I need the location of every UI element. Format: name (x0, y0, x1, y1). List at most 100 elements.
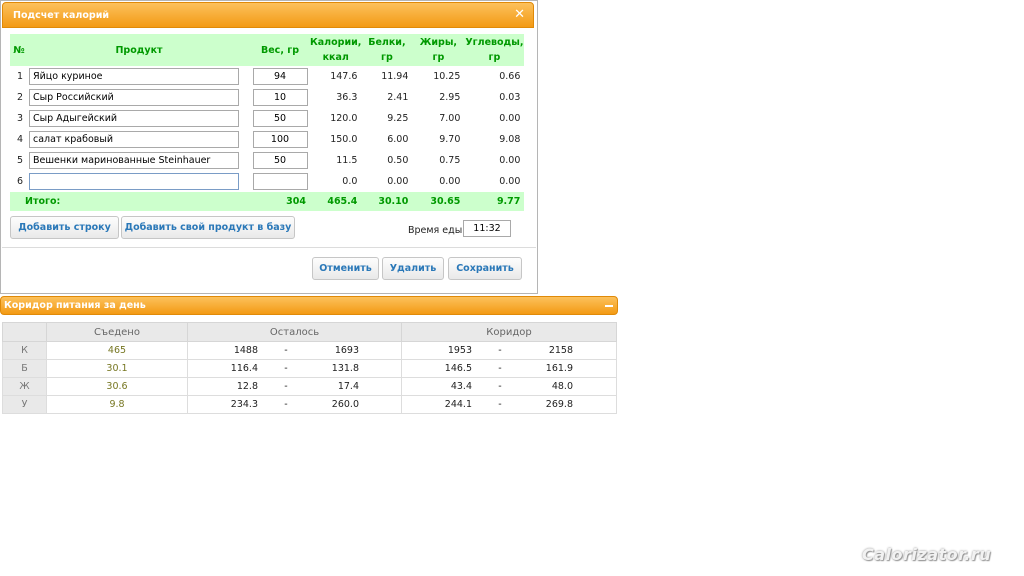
add-product-button[interactable]: Добавить свой продукт в базу (121, 216, 295, 239)
carbs-value: 9.08 (499, 134, 521, 145)
col-fat: Жиры, гр (412, 34, 465, 66)
weight-input[interactable] (252, 131, 308, 148)
delete-button[interactable]: Удалить (382, 257, 444, 280)
weight-input[interactable] (252, 173, 308, 190)
eaten-value: 9.8 (46, 395, 188, 414)
delete-label: Удалить (389, 263, 437, 274)
weight-input[interactable] (252, 89, 308, 106)
table-row: 6 0.0 0.00 0.00 0.00 (10, 171, 524, 192)
corridor-corner-cell (2, 322, 47, 342)
table-row: 4 150.0 6.00 9.70 9.08 (10, 129, 524, 150)
meal-time-input[interactable] (463, 220, 511, 237)
remaining-min: 12.8 (236, 381, 258, 392)
meal-time-label: Время еды: (408, 225, 466, 236)
totals-row: Итого: 304 465.4 30.10 30.65 9.77 (10, 192, 525, 211)
col-remaining: Осталось (187, 322, 402, 342)
carbs-value: 0.66 (499, 71, 521, 82)
col-carbs-line2: гр (488, 52, 501, 63)
remaining-min: 116.4 (230, 363, 258, 374)
remaining-max: 17.4 (337, 381, 359, 392)
product-input[interactable] (29, 131, 239, 148)
save-button[interactable]: Сохранить (448, 257, 522, 280)
calories-value: 120.0 (330, 113, 358, 124)
close-icon[interactable]: ✕ (514, 7, 525, 22)
corridor-row-label: Б (2, 359, 47, 378)
col-product: Продукт (28, 34, 250, 66)
fat-value: 2.95 (439, 92, 461, 103)
corridor-row-label: К (2, 341, 47, 360)
calories-value: 0.0 (342, 176, 358, 187)
add-row-label: Добавить строку (18, 222, 111, 233)
weight-input[interactable] (252, 110, 308, 127)
corridor-table: Съедено Осталось Коридор К 465 1488 - 1693… (2, 322, 617, 414)
collapse-icon[interactable] (605, 305, 613, 307)
col-corridor: Коридор (401, 322, 617, 342)
site-watermark: Calorizator.ru (862, 545, 992, 564)
protein-value: 2.41 (387, 92, 409, 103)
remaining-min: 234.3 (230, 399, 258, 410)
carbs-value: 0.00 (499, 176, 521, 187)
dialog-title-bar[interactable]: Подсчет калорий ✕ (2, 2, 534, 28)
dialog-title: Подсчет калорий (13, 10, 110, 21)
corridor-min: 146.5 (444, 363, 472, 374)
product-input[interactable] (29, 110, 239, 127)
range-dash: - (284, 399, 288, 410)
fat-value: 10.25 (433, 71, 461, 82)
calories-value: 36.3 (336, 92, 358, 103)
weight-input[interactable] (252, 68, 308, 85)
product-input[interactable] (29, 152, 239, 169)
totals-protein: 30.10 (361, 192, 413, 211)
range-dash: - (498, 399, 502, 410)
corridor-row: Б 30.1 116.4 - 131.8 146.5 - 161.9 (2, 359, 617, 378)
add-row-button[interactable]: Добавить строку (10, 216, 119, 239)
range-dash: - (498, 363, 502, 374)
corridor-title: Коридор питания за день (4, 300, 146, 311)
table-row: 5 11.5 0.50 0.75 0.00 (10, 150, 524, 171)
corridor-row-label: У (2, 395, 47, 414)
col-weight: Вес, гр (250, 34, 310, 66)
totals-fat: 30.65 (412, 192, 465, 211)
protein-value: 0.50 (387, 155, 409, 166)
corridor-max: 2158 (548, 345, 573, 356)
calories-value: 11.5 (336, 155, 358, 166)
add-product-label: Добавить свой продукт в базу (124, 222, 292, 233)
range-dash: - (284, 381, 288, 392)
table-row: 2 36.3 2.41 2.95 0.03 (10, 87, 524, 108)
product-input[interactable] (29, 68, 239, 85)
carbs-value: 0.03 (499, 92, 521, 103)
row-index: 3 (16, 113, 23, 124)
eaten-value: 30.1 (46, 359, 188, 378)
fat-value: 0.75 (439, 155, 461, 166)
row-index: 2 (16, 92, 23, 103)
fat-value: 7.00 (439, 113, 461, 124)
totals-weight: 304 (250, 192, 310, 211)
product-input[interactable] (29, 173, 239, 190)
cancel-button[interactable]: Отменить (312, 257, 379, 280)
table-header-row: № Продукт Вес, гр Калории, ккал Белки, г… (10, 34, 525, 66)
col-carbs-line1: Углеводы, (465, 37, 524, 48)
col-eaten: Съедено (46, 322, 188, 342)
range-dash: - (284, 363, 288, 374)
corridor-max: 161.9 (545, 363, 573, 374)
table-row: 1 147.6 11.94 10.25 0.66 (10, 66, 524, 87)
range-dash: - (284, 345, 288, 356)
eaten-value: 30.6 (46, 377, 188, 396)
col-calories-line2: ккал (322, 52, 349, 63)
corridor-min: 1953 (447, 345, 472, 356)
calories-value: 147.6 (330, 71, 358, 82)
carbs-value: 0.00 (499, 155, 521, 166)
product-input[interactable] (29, 89, 239, 106)
calorie-table: № Продукт Вес, гр Калории, ккал Белки, г… (10, 34, 525, 211)
totals-calories: 465.4 (310, 192, 362, 211)
corridor-panel-header[interactable]: Коридор питания за день (0, 296, 618, 315)
corridor-min: 43.4 (450, 381, 472, 392)
corridor-max: 269.8 (545, 399, 573, 410)
save-label: Сохранить (456, 263, 514, 274)
row-index: 4 (16, 134, 23, 145)
fat-value: 0.00 (439, 176, 461, 187)
corridor-row: Ж 30.6 12.8 - 17.4 43.4 - 48.0 (2, 377, 617, 396)
calories-value: 150.0 (330, 134, 358, 145)
weight-input[interactable] (252, 152, 308, 169)
corridor-header-row: Съедено Осталось Коридор (2, 322, 617, 342)
dialog-divider (2, 247, 536, 248)
